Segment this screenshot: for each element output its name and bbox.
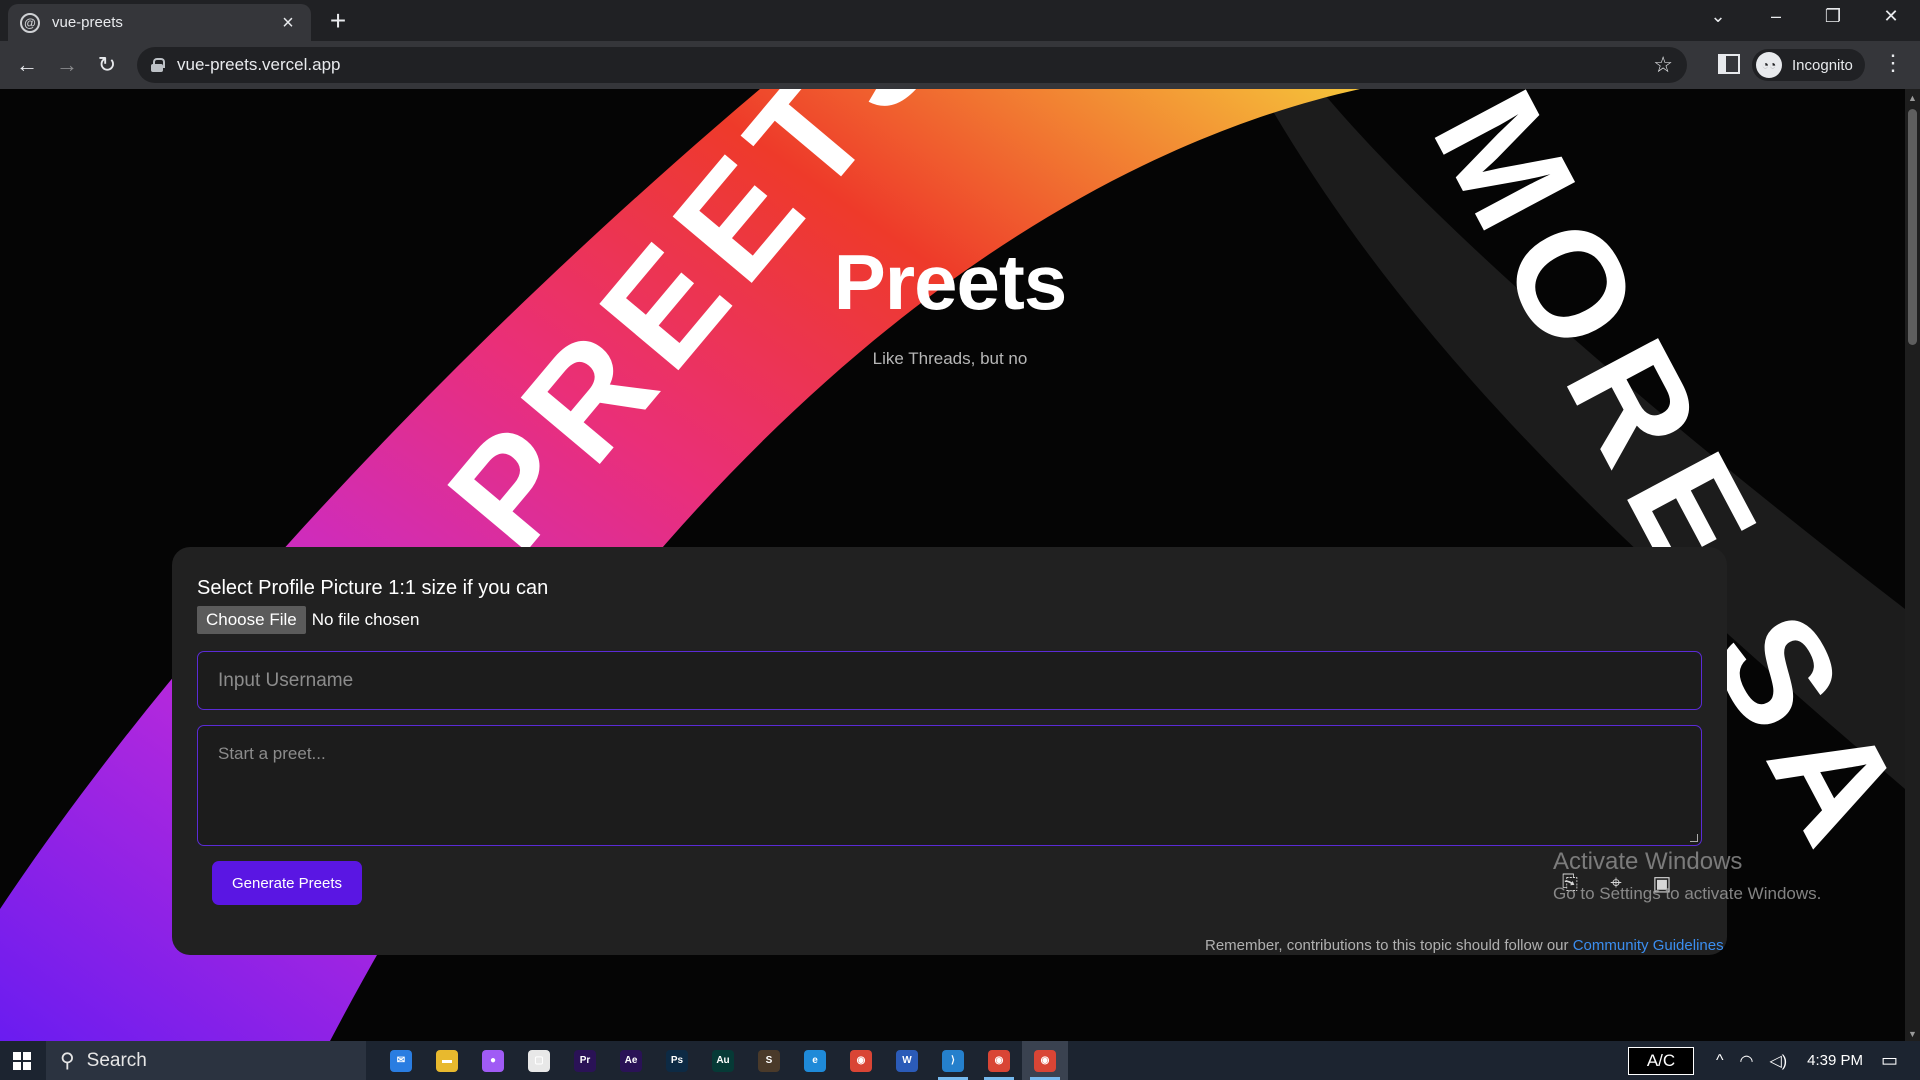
scrollbar-thumb[interactable] — [1908, 109, 1917, 345]
profile-picture-label: Select Profile Picture 1:1 size if you c… — [197, 577, 549, 599]
chrome-icon[interactable]: ◉ — [838, 1041, 884, 1080]
resize-grip-icon[interactable] — [1690, 834, 1698, 842]
chrome-icon-2[interactable]: ◉ — [976, 1041, 1022, 1080]
tab-title: vue-preets — [52, 14, 123, 31]
watermark-title: Activate Windows — [1553, 848, 1743, 875]
username-input[interactable]: Input Username — [197, 651, 1702, 710]
chrome-icon-3-glyph: ◉ — [1034, 1049, 1056, 1072]
page-title: Preets — [833, 238, 1068, 326]
twitch-icon[interactable]: ▢ — [516, 1041, 562, 1080]
show-hidden-icons-icon[interactable]: ^ — [1716, 1052, 1724, 1070]
scroll-down-icon[interactable]: ▼ — [1908, 1029, 1917, 1039]
audition-icon-glyph: Au — [712, 1049, 734, 1072]
community-guidelines-link[interactable]: Community Guidelines — [1573, 937, 1724, 954]
activate-windows-watermark: Activate Windows Go to Settings to activ… — [1553, 848, 1821, 904]
taskbar-pinned-apps: ✉ ▬ ● ▢ Pr Ae Ps Au Se ◉ W ⟩ ◉ ◉ — [378, 1041, 1068, 1080]
minimize-icon[interactable]: – — [1753, 6, 1799, 27]
notifications-icon[interactable]: ▭ — [1881, 1050, 1898, 1071]
search-icon: ⚲ — [60, 1050, 75, 1072]
system-tray: A/C ^ ◠ ◁) 4:39 PM ▭ — [1627, 1041, 1920, 1080]
incognito-profile-button[interactable]: ◔◔ Incognito — [1752, 49, 1865, 81]
taskbar-clock[interactable]: 4:39 PM — [1807, 1052, 1863, 1069]
page-scrollbar[interactable]: ▲ ▼ — [1905, 89, 1920, 1041]
taskbar-search-label: Search — [86, 1049, 147, 1071]
incognito-icon: ◔◔ — [1756, 52, 1782, 78]
preet-textarea[interactable]: Start a preet... — [197, 725, 1702, 846]
mail-icon[interactable]: ✉ — [378, 1041, 424, 1080]
forward-icon[interactable]: → — [49, 47, 85, 83]
tab-search-icon[interactable]: ⌄ — [1695, 6, 1741, 27]
edge-icon-glyph: e — [804, 1049, 826, 1072]
generate-preets-button[interactable]: Generate Preets — [212, 861, 362, 905]
windows-start-icon[interactable] — [0, 1041, 44, 1080]
address-bar[interactable]: vue-preets.vercel.app ☆ — [137, 47, 1687, 83]
preet-form-card: Select Profile Picture 1:1 size if you c… — [172, 547, 1727, 955]
word-icon[interactable]: W — [884, 1041, 930, 1080]
choose-file-button[interactable]: Choose File — [197, 606, 306, 634]
side-panel-icon[interactable] — [1718, 54, 1740, 74]
word-icon-glyph: W — [896, 1049, 918, 1072]
windows-taskbar: ⚲ Search ✉ ▬ ● ▢ Pr Ae Ps Au Se ◉ W ⟩ ◉ ◉ A/C ^ ◠ ◁) … — [0, 1041, 1920, 1080]
watermark-subtitle: Go to Settings to activate Windows. — [1553, 884, 1822, 903]
preet-placeholder: Start a preet... — [218, 744, 326, 763]
incognito-label: Incognito — [1792, 56, 1853, 74]
footnote-text: Remember, contributions to this topic sh… — [1205, 937, 1569, 954]
twitch-icon-glyph: ▢ — [528, 1049, 550, 1072]
ac-indicator[interactable]: A/C — [1627, 1046, 1694, 1075]
premiere-pro-icon-glyph: Pr — [574, 1049, 596, 1072]
file-explorer-icon[interactable]: ▬ — [424, 1041, 470, 1080]
chrome-icon-3[interactable]: ◉ — [1022, 1041, 1068, 1080]
file-input[interactable]: Choose File No file chosen — [197, 606, 419, 634]
browser-tab[interactable]: @ vue-preets × — [8, 4, 311, 41]
threads-favicon-icon: @ — [20, 12, 40, 33]
new-tab-icon[interactable]: + — [323, 7, 353, 35]
sublime-text-icon[interactable]: S — [746, 1041, 792, 1080]
taskbar-search-box[interactable]: ⚲ Search — [46, 1041, 366, 1080]
vscode-icon-glyph: ⟩ — [942, 1049, 964, 1072]
file-status-text: No file chosen — [311, 610, 420, 629]
url-text[interactable]: vue-preets.vercel.app — [177, 55, 1653, 75]
bookmark-star-icon[interactable]: ☆ — [1653, 52, 1673, 78]
photoshop-icon[interactable]: Ps — [654, 1041, 700, 1080]
community-footnote: Remember, contributions to this topic sh… — [1205, 937, 1724, 954]
arc-browser-icon[interactable]: ● — [470, 1041, 516, 1080]
reload-icon[interactable]: ↻ — [89, 47, 125, 83]
sublime-text-icon-glyph: S — [758, 1049, 780, 1072]
tab-close-icon[interactable]: × — [277, 13, 299, 33]
arc-browser-icon-glyph: ● — [482, 1049, 504, 1072]
scroll-up-icon[interactable]: ▲ — [1908, 93, 1917, 103]
browser-toolbar: ← → ↻ vue-preets.vercel.app ☆ ◔◔ Incogni… — [0, 41, 1920, 89]
premiere-pro-icon[interactable]: Pr — [562, 1041, 608, 1080]
vscode-icon[interactable]: ⟩ — [930, 1041, 976, 1080]
audition-icon[interactable]: Au — [700, 1041, 746, 1080]
browser-menu-icon[interactable]: ⋮ — [1880, 50, 1906, 76]
close-window-icon[interactable]: ✕ — [1868, 6, 1914, 27]
after-effects-icon[interactable]: Ae — [608, 1041, 654, 1080]
mail-icon-glyph: ✉ — [390, 1049, 412, 1072]
photoshop-icon-glyph: Ps — [666, 1049, 688, 1072]
edge-icon[interactable]: e — [792, 1041, 838, 1080]
page-subtitle: Like Threads, but no — [872, 349, 1028, 368]
restore-icon[interactable]: ❐ — [1810, 6, 1856, 27]
wifi-icon[interactable]: ◠ — [1740, 1051, 1754, 1071]
after-effects-icon-glyph: Ae — [620, 1049, 642, 1072]
chrome-icon-glyph: ◉ — [850, 1049, 872, 1072]
chrome-icon-2-glyph: ◉ — [988, 1049, 1010, 1072]
browser-tab-bar: @ vue-preets × + ⌄ – ❐ ✕ — [0, 0, 1920, 41]
back-icon[interactable]: ← — [9, 47, 45, 83]
volume-icon[interactable]: ◁) — [1769, 1051, 1787, 1071]
lock-icon[interactable] — [151, 58, 165, 72]
file-explorer-icon-glyph: ▬ — [436, 1049, 458, 1072]
